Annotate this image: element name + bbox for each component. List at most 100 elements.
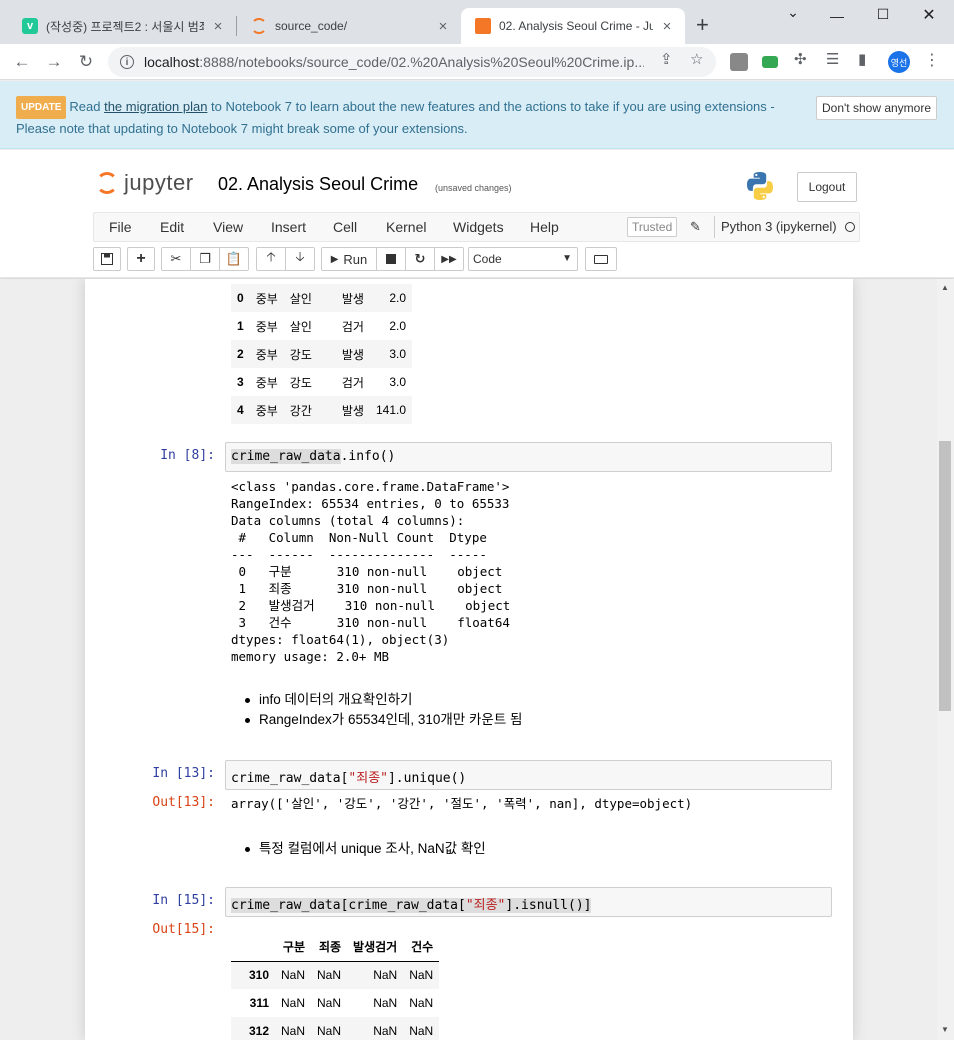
menu-insert[interactable]: Insert bbox=[271, 219, 306, 235]
table-row: 2 중부 강도 발생 3.0 bbox=[231, 340, 412, 368]
column-header: 구분 bbox=[275, 933, 312, 962]
back-arrow-icon[interactable]: ← bbox=[10, 50, 34, 74]
table-row: 1 중부 살인 검거 2.0 bbox=[237, 319, 406, 334]
scroll-down-arrow-icon[interactable]: ▼ bbox=[941, 1025, 949, 1034]
browser-tab-notebook[interactable]: 02. Analysis Seoul Crime - Jupyter × bbox=[461, 8, 685, 44]
cell-input-prompt: In [8]: bbox=[160, 448, 215, 463]
isnull-dataframe-output: 구분 죄종 발생검거 건수 310 NaN NaN NaN NaN 311 NaN Na… bbox=[231, 933, 440, 1040]
copy-button[interactable]: ❐ bbox=[190, 247, 220, 271]
tab-title: 02. Analysis Seoul Crime - Jupyter bbox=[499, 19, 653, 33]
new-tab-button[interactable]: + bbox=[696, 14, 709, 36]
code-cell-info[interactable]: crime_raw_data.info() bbox=[225, 442, 832, 472]
cut-button[interactable]: ✂ bbox=[161, 247, 191, 271]
notebook-favicon-icon bbox=[475, 18, 491, 34]
cell-input-prompt: In [13]: bbox=[152, 766, 215, 781]
velog-favicon-icon: v bbox=[22, 18, 38, 34]
table-row: 3 중부 강도 검거 3.0 bbox=[237, 375, 406, 390]
list-item: RangeIndex가 65534인데, 310개만 카운트 됨 bbox=[245, 710, 522, 730]
jupyter-logo-icon bbox=[96, 172, 118, 194]
table-row: 312 NaN NaN NaN NaN bbox=[231, 1017, 440, 1040]
url-omnibox[interactable]: i localhost:8888/notebooks/source_code/0… bbox=[108, 47, 716, 77]
migration-plan-link[interactable]: the migration plan bbox=[104, 99, 207, 114]
site-info-icon[interactable]: i bbox=[120, 55, 134, 69]
maximize-icon[interactable]: ☐ bbox=[868, 6, 898, 23]
menu-cell[interactable]: Cell bbox=[333, 219, 357, 235]
plus-icon: + bbox=[136, 250, 146, 267]
reading-list-icon[interactable]: ☰ bbox=[826, 50, 839, 68]
notebook-container: 0 중부 살인 발생 2.0 1 중부 살인 검거 2.0 2 중부 강도 발생 3.0 3 중부 강도 검거… bbox=[85, 279, 853, 1040]
notebook-name[interactable]: 02. Analysis Seoul Crime bbox=[218, 174, 418, 195]
banner-message: UPDATE Read the migration plan to Noteboo… bbox=[16, 96, 796, 138]
markdown-cell-info-notes[interactable]: info 데이터의 개요확인하기 RangeIndex가 65534인데, 31… bbox=[245, 690, 522, 730]
kernel-idle-indicator-icon bbox=[845, 222, 855, 232]
tab-close-icon[interactable]: × bbox=[435, 18, 451, 35]
cell-type-select[interactable]: Code ▼ bbox=[468, 247, 578, 271]
trusted-indicator[interactable]: Trusted bbox=[627, 217, 678, 237]
scroll-up-arrow-icon[interactable]: ▲ bbox=[941, 283, 949, 292]
move-down-button[interactable]: 🡣 bbox=[285, 247, 315, 271]
restart-icon: ↻ bbox=[414, 251, 426, 266]
table-header-row: 구분 죄종 발생검거 건수 bbox=[231, 933, 440, 962]
extension-icon[interactable] bbox=[730, 53, 748, 71]
browser-tab-source-code[interactable]: source_code/ × bbox=[237, 8, 461, 44]
code-cell-unique[interactable]: crime_raw_data["죄종"].unique() bbox=[225, 760, 832, 790]
save-icon bbox=[101, 253, 113, 265]
notebook-menubar: File Edit View Insert Cell Kernel Widget… bbox=[93, 212, 860, 242]
list-item: 특정 컬럼에서 unique 조사, NaN값 확인 bbox=[245, 839, 486, 859]
paste-button[interactable]: 📋 bbox=[219, 247, 249, 271]
top-dataframe-output: 0 중부 살인 발생 2.0 1 중부 살인 검거 2.0 2 중부 강도 발생 3.0 3 중부 강도 검거… bbox=[231, 284, 412, 424]
menu-view[interactable]: View bbox=[213, 219, 243, 235]
menu-file[interactable]: File bbox=[109, 219, 132, 235]
screen-capture-icon[interactable] bbox=[762, 56, 778, 68]
page-scrollbar[interactable]: ▲ ▼ bbox=[937, 279, 954, 1040]
markdown-cell-unique-notes[interactable]: 특정 컬럼에서 unique 조사, NaN값 확인 bbox=[245, 839, 486, 859]
menu-help[interactable]: Help bbox=[530, 219, 559, 235]
autosave-status: (unsaved changes) bbox=[435, 183, 512, 193]
browser-address-bar: ← → ↻ i localhost:8888/notebooks/source_… bbox=[0, 44, 954, 80]
interrupt-button[interactable] bbox=[376, 247, 406, 271]
menu-edit[interactable]: Edit bbox=[160, 219, 184, 235]
fast-forward-icon: ▶▶ bbox=[441, 253, 457, 265]
save-button[interactable] bbox=[93, 247, 121, 271]
list-item: info 데이터의 개요확인하기 bbox=[245, 690, 522, 710]
notebook-site: 0 중부 살인 발생 2.0 1 중부 살인 검거 2.0 2 중부 강도 발생 3.0 3 중부 강도 검거… bbox=[0, 279, 937, 1040]
scrollbar-thumb[interactable] bbox=[939, 441, 951, 711]
move-up-button[interactable]: 🡡 bbox=[256, 247, 286, 271]
minimize-icon[interactable]: — bbox=[822, 8, 852, 24]
url-text[interactable]: localhost:8888/notebooks/source_code/02.… bbox=[144, 54, 644, 70]
edit-mode-pencil-icon: ✎ bbox=[690, 219, 701, 234]
forward-arrow-icon[interactable]: → bbox=[42, 50, 66, 74]
tab-close-icon[interactable]: × bbox=[210, 18, 226, 35]
browser-menu-icon[interactable]: ⋮ bbox=[924, 50, 940, 70]
info-output-text: <class 'pandas.core.frame.DataFrame'> Ra… bbox=[231, 479, 511, 664]
run-button[interactable]: ▶ Run bbox=[321, 247, 377, 271]
browser-tab-strip: v (작성중) 프로젝트2 : 서울시 범죄 × source_code/ × … bbox=[0, 0, 954, 44]
restart-button[interactable]: ↻ bbox=[405, 247, 435, 271]
side-panel-icon[interactable]: ▮ bbox=[858, 50, 866, 68]
play-icon: ▶ bbox=[330, 253, 339, 265]
dont-show-anymore-button[interactable]: Don't show anymore bbox=[816, 96, 938, 120]
bookmark-star-icon[interactable]: ☆ bbox=[690, 50, 703, 68]
tab-close-icon[interactable]: × bbox=[659, 18, 675, 35]
kernel-name[interactable]: Python 3 (ipykernel) bbox=[714, 216, 837, 238]
restart-run-all-button[interactable]: ▶▶ bbox=[434, 247, 464, 271]
share-icon[interactable]: ⇪ bbox=[660, 50, 673, 68]
cell-input-prompt: In [15]: bbox=[152, 893, 215, 908]
logout-button[interactable]: Logout bbox=[797, 172, 857, 202]
jupyter-logo[interactable]: jupyter bbox=[96, 170, 194, 196]
extensions-puzzle-icon[interactable]: ✣ bbox=[794, 50, 807, 68]
tab-search-chevron-icon[interactable]: ⌄ bbox=[778, 4, 808, 21]
browser-tab-velog[interactable]: v (작성중) 프로젝트2 : 서울시 범죄 × bbox=[8, 8, 236, 44]
profile-avatar[interactable]: 영선 bbox=[888, 51, 910, 73]
arrow-up-icon: 🡡 bbox=[266, 249, 276, 264]
menu-kernel[interactable]: Kernel bbox=[386, 219, 426, 235]
jupyter-favicon-icon bbox=[251, 18, 267, 34]
insert-cell-button[interactable]: + bbox=[127, 247, 155, 271]
update-badge: UPDATE bbox=[16, 96, 67, 119]
menu-widgets[interactable]: Widgets bbox=[453, 219, 504, 235]
window-close-icon[interactable]: ✕ bbox=[914, 5, 944, 25]
code-cell-isnull[interactable]: crime_raw_data[crime_raw_data["죄종"].isnu… bbox=[225, 887, 832, 917]
stop-icon bbox=[386, 254, 396, 264]
command-palette-button[interactable] bbox=[585, 247, 617, 271]
reload-icon[interactable]: ↻ bbox=[74, 50, 98, 74]
